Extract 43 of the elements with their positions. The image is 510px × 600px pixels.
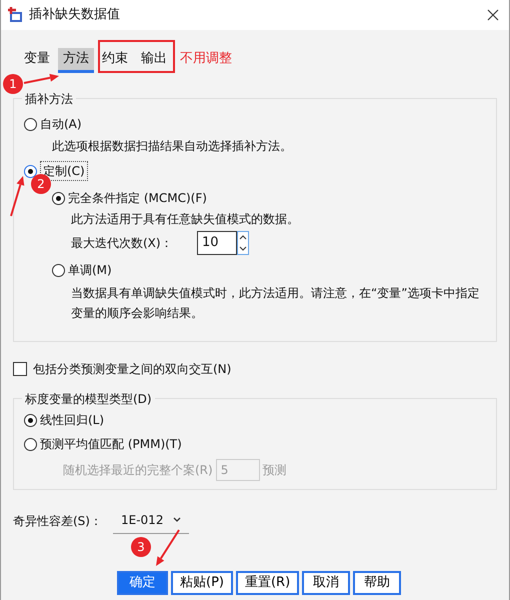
- group-title: 插补方法: [22, 90, 76, 108]
- radio-button[interactable]: [24, 118, 37, 130]
- description: 此选项根据数据扫描结果自动选择插补方法。: [52, 138, 293, 155]
- tab[interactable]: 输出: [136, 48, 172, 73]
- dialog-button[interactable]: 粘贴(P): [171, 571, 233, 595]
- checkbox[interactable]: [13, 362, 27, 376]
- tab[interactable]: 约束: [97, 48, 133, 73]
- dialog-button[interactable]: 帮助: [353, 571, 402, 595]
- checkbox-label[interactable]: 包括分类预测变量之间的双向交互(N): [33, 360, 232, 378]
- tab[interactable]: 变量: [19, 48, 55, 73]
- description: 当数据具有单调缺失值模式时，此方法适用。请注意，在“变量”选项卡中指定变量的顺序会影响结果。: [71, 285, 480, 322]
- spin-field[interactable]: 10: [197, 231, 237, 255]
- field-label: 奇异性容差(S)：: [13, 512, 103, 530]
- app-icon: [7, 7, 23, 23]
- group-title: 标度变量的模型类型(D): [22, 390, 155, 408]
- field-label: 随机选择最近的完整个案(R): [63, 462, 213, 479]
- radio-label[interactable]: 单调(M): [68, 261, 112, 279]
- radio-button[interactable]: [24, 414, 37, 426]
- tab[interactable]: 方法: [58, 48, 94, 73]
- close-icon[interactable]: [487, 9, 499, 21]
- radio-label[interactable]: 预测平均值匹配 (PMM)(T): [40, 435, 182, 453]
- annotation-arrow: [24, 74, 59, 84]
- window-title: 插补缺失数据值: [29, 6, 121, 24]
- radio-button[interactable]: [52, 264, 65, 276]
- dropdown[interactable]: 1E-012: [113, 507, 189, 534]
- dialog-button[interactable]: 取消: [302, 571, 350, 595]
- radio-button[interactable]: [52, 192, 65, 204]
- caret-icon: [173, 517, 181, 523]
- radio-button[interactable]: [24, 438, 37, 450]
- annotation-note: 不用调整: [180, 50, 232, 68]
- annotation-arrow: [10, 176, 24, 216]
- dialog-button[interactable]: 重置(R): [236, 571, 300, 595]
- step-marker: 3: [131, 537, 151, 557]
- radio-label[interactable]: 线性回归(L): [40, 411, 104, 429]
- step-marker: 1: [3, 74, 23, 94]
- description: 此方法适用于具有任意缺失值模式的数据。: [71, 211, 300, 228]
- field-suffix: 预测: [262, 462, 287, 479]
- radio-label[interactable]: 完全条件指定 (MCMC)(F): [68, 189, 207, 207]
- radio-label[interactable]: 自动(A): [40, 115, 82, 133]
- dialog-button[interactable]: 确定: [117, 571, 168, 595]
- field-label: 最大迭代次数(X)：: [71, 235, 174, 252]
- annotation-arrow: [156, 529, 180, 566]
- radio-button[interactable]: [24, 164, 37, 178]
